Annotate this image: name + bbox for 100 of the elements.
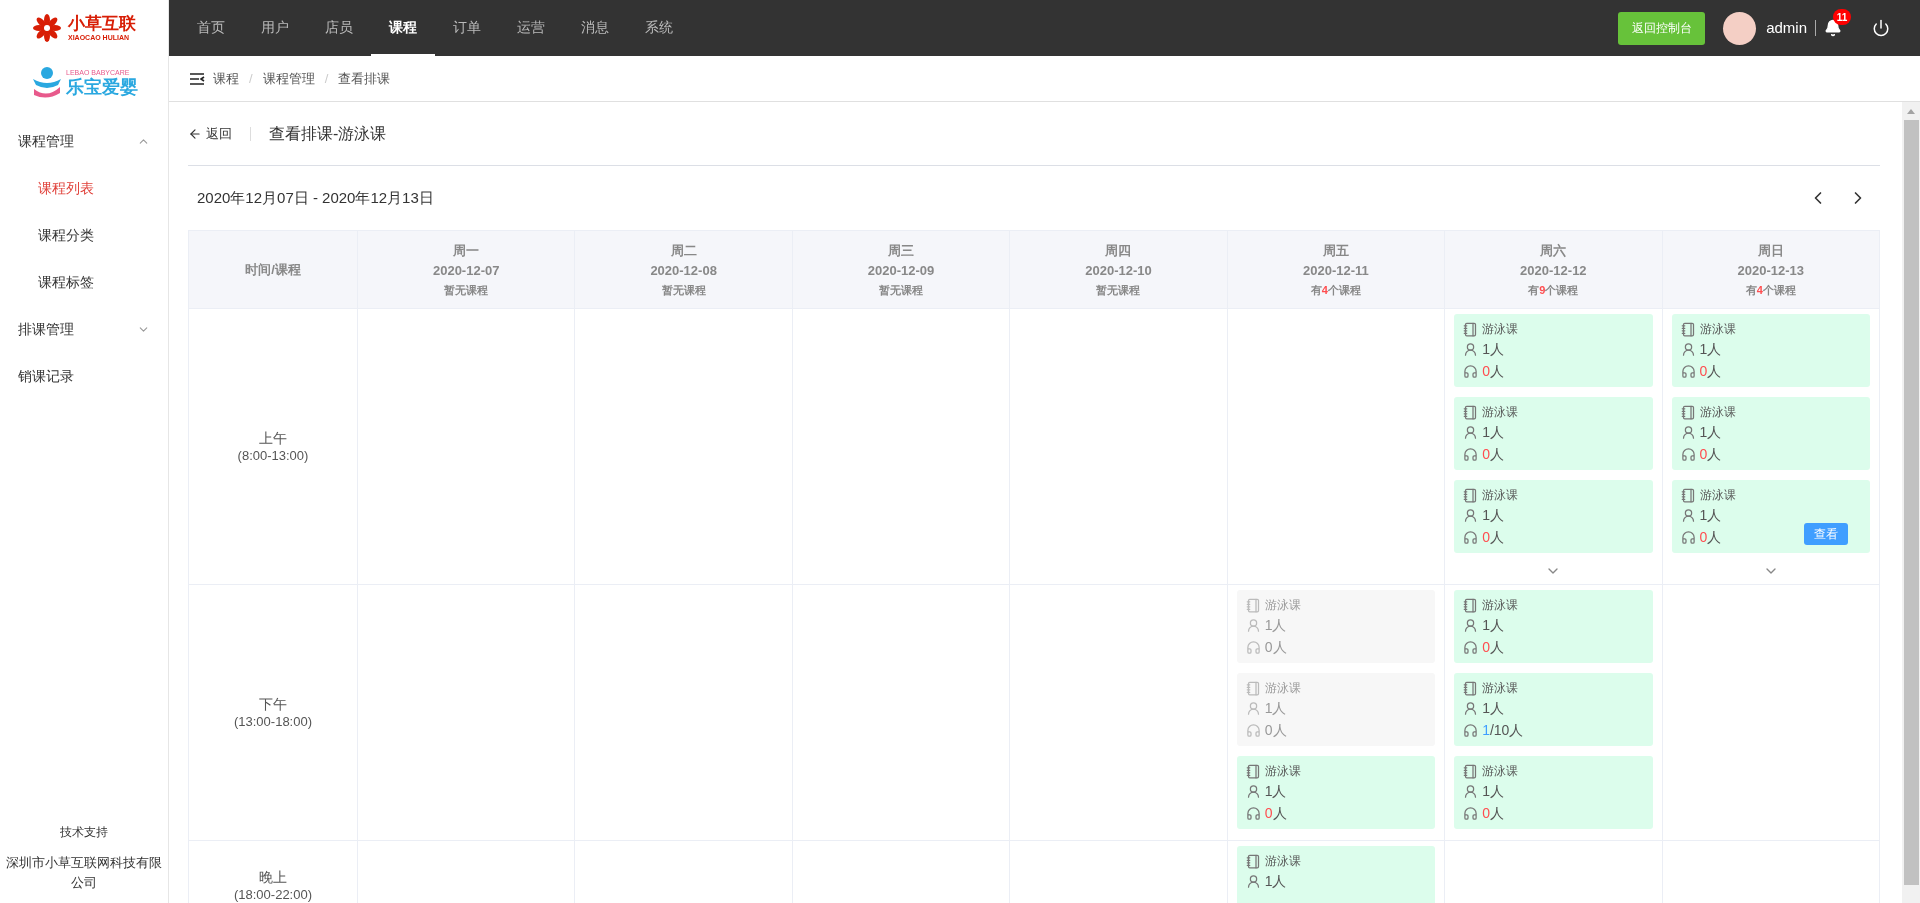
period-label: 上午 — [259, 428, 287, 447]
booking-count: 0人 — [1482, 444, 1504, 464]
nav-tab[interactable]: 用户 — [243, 0, 307, 56]
person-icon — [1463, 424, 1479, 440]
notebook-icon — [1463, 763, 1479, 779]
headphones-icon — [1680, 446, 1696, 462]
person-icon — [1245, 783, 1261, 799]
notebook-icon — [1680, 404, 1696, 420]
class-card[interactable]: 游泳课 1人 0人 — [1454, 480, 1653, 553]
weekday-label: 周五 — [1322, 241, 1349, 260]
course-name: 游泳课 — [1699, 487, 1736, 504]
person-icon — [1245, 617, 1261, 633]
sidebar-submenu-item[interactable]: 课程分类 — [0, 212, 168, 259]
breadcrumb-current: 查看排课 — [338, 69, 391, 88]
sidebar-submenu-item[interactable]: 课程标签 — [0, 259, 168, 306]
nav-tab[interactable]: 订单 — [435, 0, 499, 56]
support-label: 技术支持 — [60, 824, 108, 841]
weekday-label: 周六 — [1540, 241, 1567, 260]
notebook-icon — [1463, 597, 1479, 613]
person-icon — [1463, 783, 1479, 799]
logo-title: 乐宝爱婴 — [66, 77, 138, 96]
notebook-icon — [1245, 763, 1261, 779]
period-time: (8:00-13:00) — [237, 446, 309, 465]
nav-tab[interactable]: 首页 — [179, 0, 243, 56]
sidebar-menu-item[interactable]: 销课记录 — [0, 353, 168, 400]
headphones-icon — [1463, 805, 1479, 821]
breadcrumb-link[interactable]: 课程管理 — [262, 68, 315, 89]
booking-count: 0人 — [1482, 803, 1504, 823]
teacher-count: 1人 — [1482, 339, 1504, 359]
teacher-count: 1人 — [1482, 698, 1504, 718]
headphones-icon — [1463, 363, 1479, 379]
teacher-count: 1人 — [1264, 698, 1287, 718]
teacher-count: 1人 — [1482, 615, 1504, 635]
headphones-icon — [1463, 639, 1479, 655]
course-name: 游泳课 — [1482, 487, 1519, 504]
breadcrumb-link[interactable]: 课程 — [213, 68, 239, 89]
person-icon — [1245, 700, 1261, 716]
teacher-count: 1人 — [1482, 422, 1504, 442]
class-card[interactable]: 游泳课 1人 1/10人 — [1454, 673, 1653, 746]
booking-count: 1/10人 — [1482, 720, 1524, 740]
class-card[interactable]: 游泳课 1人 0人 — [1671, 314, 1870, 387]
class-card[interactable]: 游泳课 1人 0人 — [1454, 314, 1653, 387]
nav-tab[interactable]: 系统 — [627, 0, 691, 56]
date-range: 2020年12月07日 - 2020年12月13日 — [197, 187, 434, 208]
notebook-icon — [1463, 404, 1479, 420]
nav-tab[interactable]: 课程 — [371, 0, 435, 56]
username[interactable]: admin — [1766, 16, 1807, 40]
course-name: 游泳课 — [1482, 321, 1519, 338]
sidebar-submenu-item[interactable]: 课程列表 — [0, 165, 168, 212]
course-summary: 有9个课程 — [1528, 282, 1579, 298]
date-label: 2020-12-10 — [1085, 261, 1152, 280]
notebook-icon — [1245, 597, 1261, 613]
class-card[interactable]: 游泳课 1人 0人 — [1671, 397, 1870, 470]
class-card[interactable]: 游泳课 1人 — [1236, 846, 1436, 903]
notification-icon[interactable] — [1824, 19, 1842, 37]
power-icon[interactable] — [1872, 19, 1890, 37]
booking-count: 0人 — [1699, 361, 1722, 381]
headphones-icon — [1245, 639, 1261, 655]
period-time: (13:00-18:00) — [233, 712, 313, 731]
class-card[interactable]: 游泳课 1人 0人 — [1236, 756, 1436, 829]
notebook-icon — [1680, 487, 1696, 503]
period-time: (18:00-22:00) — [233, 885, 313, 903]
notebook-icon — [1463, 680, 1479, 696]
column-header: 时间/课程 — [245, 260, 301, 279]
person-icon — [1463, 617, 1479, 633]
headphones-icon — [1680, 363, 1696, 379]
person-icon — [1245, 873, 1261, 889]
headphones-icon — [1680, 529, 1696, 545]
scrollbar[interactable] — [1902, 102, 1920, 903]
person-icon — [1463, 507, 1479, 523]
period-label: 下午 — [259, 694, 287, 713]
booking-count: 0人 — [1482, 637, 1504, 657]
booking-count: 0人 — [1699, 444, 1722, 464]
sidebar-menu-item[interactable]: 排课管理 — [0, 306, 168, 353]
person-icon — [1680, 507, 1696, 523]
sidebar-menu-item[interactable]: 课程管理 — [0, 118, 168, 165]
weekday-label: 周三 — [888, 241, 915, 260]
nav-tab[interactable]: 消息 — [563, 0, 627, 56]
class-card[interactable]: 游泳课 1人 0人 — [1454, 756, 1653, 829]
teacher-count: 1人 — [1264, 615, 1287, 635]
class-card[interactable]: 游泳课 1人 0人 — [1454, 397, 1653, 470]
date-label: 2020-12-11 — [1303, 261, 1369, 280]
headphones-icon — [1463, 446, 1479, 462]
class-card[interactable]: 游泳课 1人 0人 — [1454, 590, 1653, 663]
menu-fold-icon[interactable] — [189, 71, 205, 86]
course-name: 游泳课 — [1264, 853, 1301, 870]
flower-logo-icon — [32, 13, 62, 43]
company-name: 深圳市小草互联网科技有限公司 — [5, 854, 163, 892]
notebook-icon — [1463, 321, 1479, 337]
nav-tab[interactable]: 店员 — [307, 0, 371, 56]
class-card[interactable]: 游泳课 1人 0人 查看 — [1671, 480, 1870, 553]
weekday-label: 周日 — [1757, 241, 1784, 260]
nav-tab[interactable]: 运营 — [499, 0, 563, 56]
course-name: 游泳课 — [1482, 763, 1519, 780]
teacher-count: 1人 — [1264, 871, 1287, 891]
booking-count: 0人 — [1482, 361, 1504, 381]
course-name: 游泳课 — [1264, 597, 1301, 614]
back-link[interactable]: 返回 — [188, 123, 232, 144]
course-name: 游泳课 — [1264, 763, 1301, 780]
avatar[interactable] — [1723, 11, 1757, 45]
